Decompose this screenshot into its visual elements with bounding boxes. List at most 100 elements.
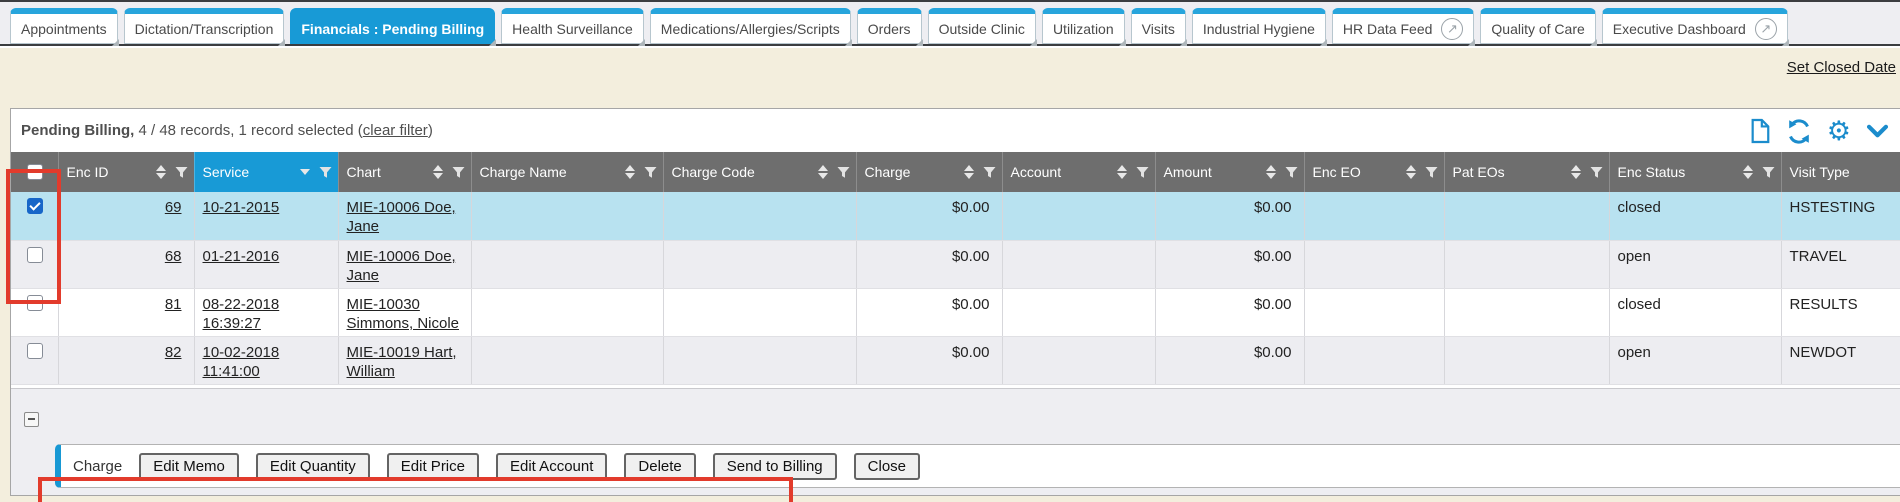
sort-icon[interactable] xyxy=(433,165,443,179)
close-button[interactable]: Close xyxy=(854,453,920,480)
tab-label: Orders xyxy=(868,21,911,37)
cell-service: 10-21-2015 xyxy=(194,192,338,240)
chart-link[interactable]: MIE-10006 Doe, Jane xyxy=(347,199,456,235)
tab-executive-dashboard[interactable]: Executive Dashboard↗ xyxy=(1602,8,1788,44)
table-row[interactable]: 6801-21-2016MIE-10006 Doe, Jane$0.00$0.0… xyxy=(11,240,1900,288)
filter-icon[interactable] xyxy=(1136,166,1149,179)
column-header-amount[interactable]: Amount xyxy=(1155,152,1304,192)
service-link[interactable]: 10-02-2018 11:41:00 xyxy=(203,344,280,380)
column-header-pat-eos[interactable]: Pat EOs xyxy=(1444,152,1609,192)
page-content: Set Closed Date Pending Billing, 4 / 48 … xyxy=(0,48,1900,502)
column-header-visit-type[interactable]: Visit Type xyxy=(1781,152,1900,192)
sort-icon[interactable] xyxy=(625,165,635,179)
cell-charge-code xyxy=(663,240,856,288)
sort-icon[interactable] xyxy=(1406,165,1416,179)
tab-industrial-hygiene[interactable]: Industrial Hygiene xyxy=(1192,8,1326,44)
edit-account-button[interactable]: Edit Account xyxy=(496,453,607,480)
column-header-charge[interactable]: Charge xyxy=(856,152,1002,192)
enc-id-link[interactable]: 81 xyxy=(165,296,182,313)
settings-gear-icon[interactable]: ⚙ xyxy=(1827,118,1851,144)
column-header-chart[interactable]: Chart xyxy=(338,152,471,192)
set-closed-date-link[interactable]: Set Closed Date xyxy=(1787,59,1896,76)
collapse-chevron-icon[interactable] xyxy=(1866,124,1889,139)
tab-label: HR Data Feed xyxy=(1343,21,1432,37)
cell-amount: $0.00 xyxy=(1155,336,1304,384)
chart-link[interactable]: MIE-10030 Simmons, Nicole xyxy=(347,296,460,332)
column-header-enc-status[interactable]: Enc Status xyxy=(1609,152,1781,192)
cell-enc-eo xyxy=(1304,336,1444,384)
column-label: Account xyxy=(1011,164,1062,180)
column-header-charge-code[interactable]: Charge Code xyxy=(663,152,856,192)
service-link[interactable]: 08-22-2018 16:39:27 xyxy=(203,296,280,332)
column-header-enc-eo[interactable]: Enc EO xyxy=(1304,152,1444,192)
refresh-icon[interactable] xyxy=(1786,119,1812,144)
sort-icon[interactable] xyxy=(818,165,828,179)
enc-id-link[interactable]: 69 xyxy=(165,199,182,216)
tab-visits[interactable]: Visits xyxy=(1131,8,1186,44)
column-header-account[interactable]: Account xyxy=(1002,152,1155,192)
tab-appointments[interactable]: Appointments xyxy=(10,8,118,44)
tab-health-surveillance[interactable]: Health Surveillance xyxy=(501,8,644,44)
cell-enc-status: open xyxy=(1609,240,1781,288)
tab-financials-pending-billing[interactable]: Financials : Pending Billing xyxy=(290,8,495,44)
tab-medications-allergies-scripts[interactable]: Medications/Allergies/Scripts xyxy=(650,8,851,44)
tab-orders[interactable]: Orders xyxy=(857,8,922,44)
collapse-minus-icon[interactable] xyxy=(24,412,39,427)
enc-id-link[interactable]: 82 xyxy=(165,344,182,361)
tab-dictation-transcription[interactable]: Dictation/Transcription xyxy=(124,8,285,44)
tab-quality-of-care[interactable]: Quality of Care xyxy=(1480,8,1595,44)
sort-icon[interactable] xyxy=(156,165,166,179)
enc-id-link[interactable]: 68 xyxy=(165,248,182,265)
filter-icon[interactable] xyxy=(1762,166,1775,179)
service-link[interactable]: 01-21-2016 xyxy=(203,248,280,265)
delete-button[interactable]: Delete xyxy=(624,453,695,480)
table-row[interactable]: 6910-21-2015MIE-10006 Doe, Jane$0.00$0.0… xyxy=(11,192,1900,240)
filter-icon[interactable] xyxy=(644,166,657,179)
sort-icon[interactable] xyxy=(1266,165,1276,179)
row-checkbox[interactable] xyxy=(27,247,43,263)
send-to-billing-button[interactable]: Send to Billing xyxy=(713,453,837,480)
charge-action-toolbar: Charge Edit MemoEdit QuantityEdit PriceE… xyxy=(55,444,1900,488)
cell-enc-status: closed xyxy=(1609,192,1781,240)
filter-icon[interactable] xyxy=(983,166,996,179)
tab-hr-data-feed[interactable]: HR Data Feed↗ xyxy=(1332,8,1474,44)
edit-memo-button[interactable]: Edit Memo xyxy=(139,453,239,480)
service-link[interactable]: 10-21-2015 xyxy=(203,199,280,216)
filter-icon[interactable] xyxy=(452,166,465,179)
chart-link[interactable]: MIE-10006 Doe, Jane xyxy=(347,248,456,284)
cell-enc-id: 81 xyxy=(58,288,194,336)
filter-icon[interactable] xyxy=(837,166,850,179)
row-checkbox[interactable] xyxy=(27,295,43,311)
cell-enc-id: 68 xyxy=(58,240,194,288)
filter-icon[interactable] xyxy=(1590,166,1603,179)
edit-quantity-button[interactable]: Edit Quantity xyxy=(256,453,370,480)
tab-label: Outside Clinic xyxy=(939,21,1025,37)
sort-icon[interactable] xyxy=(964,165,974,179)
sort-icon[interactable] xyxy=(1571,165,1581,179)
sort-icon[interactable] xyxy=(1743,165,1753,179)
pending-billing-panel: Pending Billing, 4 / 48 records, 1 recor… xyxy=(10,108,1900,496)
filter-icon[interactable] xyxy=(319,166,332,179)
column-header-enc-id[interactable]: Enc ID xyxy=(58,152,194,192)
table-row[interactable]: 82 10-02-2018 11:41:00 MIE-10019 Hart, Wil… xyxy=(11,336,1900,384)
column-header-charge-name[interactable]: Charge Name xyxy=(471,152,663,192)
new-document-icon[interactable] xyxy=(1749,118,1771,144)
panel-lower-section: Charge Edit MemoEdit QuantityEdit PriceE… xyxy=(11,388,1900,495)
chart-link[interactable]: MIE-10019 Hart, William xyxy=(347,344,457,380)
filter-icon[interactable] xyxy=(1425,166,1438,179)
sort-icon[interactable] xyxy=(1117,165,1127,179)
row-checkbox[interactable] xyxy=(27,198,43,214)
cell-enc-id: 82 xyxy=(58,336,194,384)
row-checkbox[interactable] xyxy=(27,343,43,359)
clear-filter-link[interactable]: clear filter xyxy=(363,122,428,139)
filter-icon[interactable] xyxy=(175,166,188,179)
column-header-service[interactable]: Service xyxy=(194,152,338,192)
sort-descending-icon[interactable] xyxy=(300,169,310,175)
tab-outside-clinic[interactable]: Outside Clinic xyxy=(928,8,1036,44)
tab-label: Quality of Care xyxy=(1491,21,1584,37)
tab-utilization[interactable]: Utilization xyxy=(1042,8,1125,44)
table-row[interactable]: 81 08-22-2018 16:39:27 MIE-10030 Simmons, … xyxy=(11,288,1900,336)
select-all-checkbox[interactable] xyxy=(27,164,43,180)
edit-price-button[interactable]: Edit Price xyxy=(387,453,479,480)
filter-icon[interactable] xyxy=(1285,166,1298,179)
